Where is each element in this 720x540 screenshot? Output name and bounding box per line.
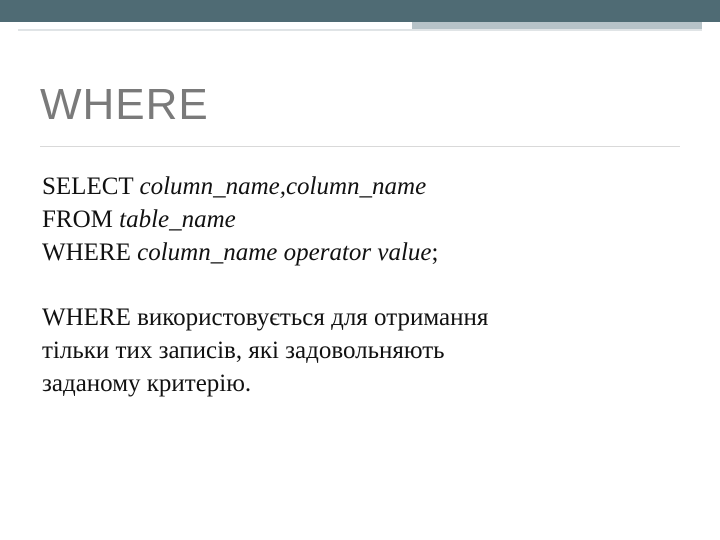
decoration-top-bar	[0, 0, 720, 22]
description-line-3: заданому критерію.	[42, 367, 662, 400]
sql-where-arg: column_name operator value	[137, 239, 431, 266]
decoration-underline	[18, 29, 702, 31]
sql-where-keyword: WHERE	[42, 239, 137, 266]
slide: WHERE SELECT column_name,column_name FRO…	[0, 0, 720, 540]
sql-line-select: SELECT column_name,column_name	[42, 170, 662, 203]
sql-line-where: WHERE column_name operator value;	[42, 236, 662, 269]
paragraph-gap	[42, 269, 662, 301]
sql-from-arg: table_name	[119, 206, 236, 233]
description-line-2: тільки тих записів, які задовольняють	[42, 334, 662, 367]
sql-select-keyword: SELECT	[42, 173, 139, 200]
sql-from-keyword: FROM	[42, 206, 119, 233]
sql-line-from: FROM table_name	[42, 203, 662, 236]
slide-body: SELECT column_name,column_name FROM tabl…	[42, 170, 662, 400]
title-rule	[40, 146, 680, 147]
sql-terminator: ;	[432, 239, 439, 266]
description-line-1: WHERE використовується для отримання	[42, 301, 662, 334]
sql-select-args: column_name,column_name	[139, 173, 426, 200]
slide-title: WHERE	[40, 80, 209, 130]
